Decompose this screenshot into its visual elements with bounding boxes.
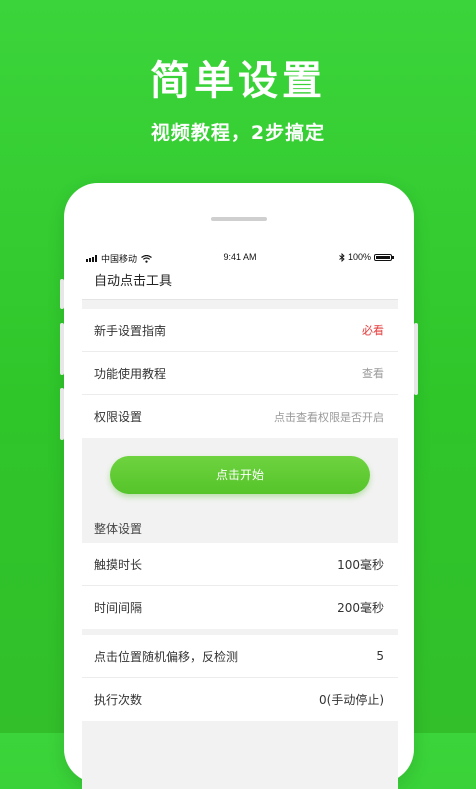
setting-row-run-count[interactable]: 执行次数 0(手动停止) [82,678,398,721]
app-title: 自动点击工具 [82,265,398,300]
row-value: 0(手动停止) [319,693,384,707]
phone-power-button [414,323,418,395]
setting-row-interval[interactable]: 时间间隔 200毫秒 [82,586,398,629]
row-label: 触摸时长 [94,557,143,572]
row-value: 查看 [362,367,384,380]
settings-group-timing: 触摸时长 100毫秒 时间间隔 200毫秒 [82,543,398,629]
row-value: 200毫秒 [337,601,384,615]
settings-section-label: 整体设置 [94,522,143,536]
phone-side-button [60,323,64,375]
setting-row-random-offset[interactable]: 点击位置随机偏移，反检测 5 [82,635,398,678]
phone-screen: 中国移动 9:41 AM 100% 自动点击工具 新手设置指南 必看 功能使用教… [82,249,398,789]
row-value: 5 [376,649,384,663]
row-label: 点击位置随机偏移，反检测 [94,649,239,664]
phone-side-button [60,388,64,440]
row-label: 执行次数 [94,693,143,707]
row-label: 功能使用教程 [94,366,167,381]
phone-speaker [211,217,267,221]
row-label: 新手设置指南 [94,323,167,338]
guide-row-tutorial[interactable]: 功能使用教程 查看 [82,352,398,395]
row-label: 权限设置 [94,410,143,424]
guide-group: 新手设置指南 必看 功能使用教程 查看 权限设置 点击查看权限是否开启 [82,309,398,438]
hero-title: 简单设置 [150,58,326,104]
guide-row-permission[interactable]: 权限设置 点击查看权限是否开启 [82,395,398,438]
phone-side-button [60,279,64,309]
battery-percent: 100% [347,252,371,262]
settings-group-execution: 点击位置随机偏移，反检测 5 执行次数 0(手动停止) [82,635,398,721]
row-value: 100毫秒 [337,557,384,572]
guide-row-beginner[interactable]: 新手设置指南 必看 [82,309,398,352]
battery-icon [374,253,394,261]
row-label: 时间间隔 [94,601,143,615]
status-bar: 中国移动 9:41 AM 100% [82,249,398,265]
bluetooth-icon [339,252,345,262]
row-value: 点击查看权限是否开启 [274,410,384,424]
row-value: 必看 [362,324,384,337]
start-button[interactable]: 点击开始 [110,456,370,494]
setting-row-touch-duration[interactable]: 触摸时长 100毫秒 [82,543,398,586]
hero-subtitle: 视频教程，2步搞定 [150,122,326,144]
phone-frame: 中国移动 9:41 AM 100% 自动点击工具 新手设置指南 必看 功能使用教… [60,183,418,789]
